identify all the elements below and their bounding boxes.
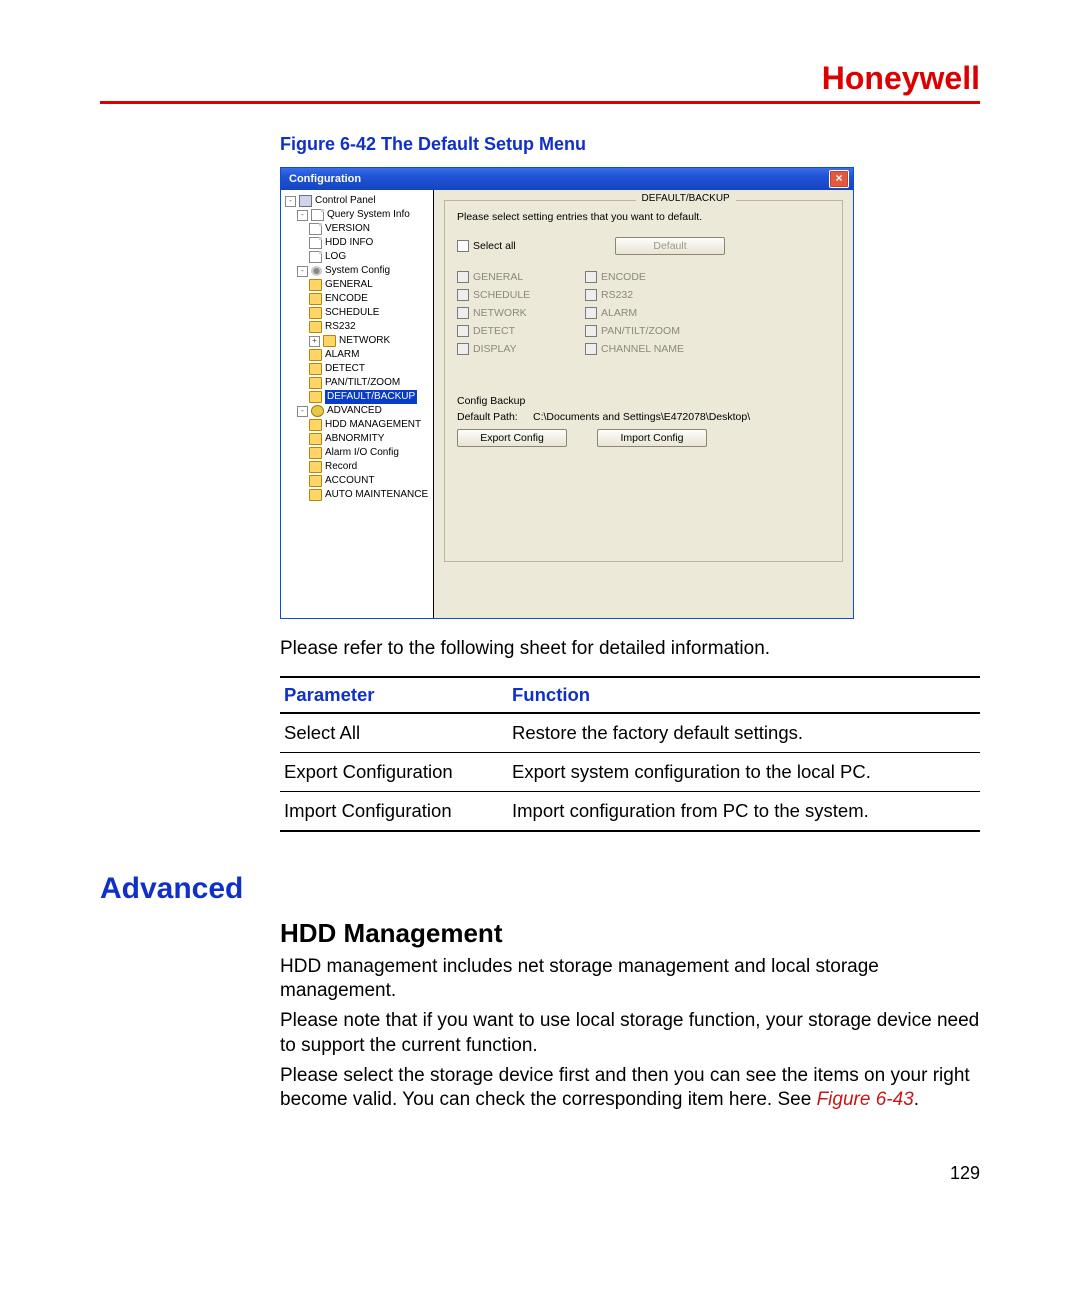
tree-group-sysinfo[interactable]: Query System Info	[327, 208, 410, 222]
tree-item[interactable]: NETWORK	[339, 334, 390, 348]
import-config-button[interactable]: Import Config	[597, 429, 707, 447]
table-row: Export Configuration Export system confi…	[280, 752, 980, 791]
figure-reference: Figure 6-43	[817, 1089, 914, 1110]
export-config-button[interactable]: Export Config	[457, 429, 567, 447]
opt-detect[interactable]: DETECT	[457, 325, 585, 337]
tree-item[interactable]: LOG	[325, 250, 346, 264]
dialog-titlebar: Configuration ×	[281, 168, 853, 190]
tree-item-selected[interactable]: DEFAULT/BACKUP	[325, 390, 417, 404]
instruction-text: Please select setting entries that you w…	[457, 211, 830, 223]
tree-item[interactable]: ENCODE	[325, 292, 368, 306]
tree-group-sysconfig[interactable]: System Config	[325, 264, 390, 278]
opt-alarm[interactable]: ALARM	[585, 307, 713, 319]
tree-item[interactable]: DETECT	[325, 362, 365, 376]
dialog-title: Configuration	[289, 173, 829, 185]
section-heading-hdd: HDD Management	[280, 918, 980, 949]
tree-item[interactable]: VERSION	[325, 222, 370, 236]
table-row: Import Configuration Import configuratio…	[280, 791, 980, 831]
tree-item[interactable]: GENERAL	[325, 278, 373, 292]
intro-text: Please refer to the following sheet for …	[280, 637, 980, 662]
default-button[interactable]: Default	[615, 237, 725, 255]
configuration-dialog: Configuration × -Control Panel -Query Sy…	[280, 167, 854, 619]
opt-schedule[interactable]: SCHEDULE	[457, 289, 585, 301]
opt-general[interactable]: GENERAL	[457, 271, 585, 283]
close-icon[interactable]: ×	[829, 170, 849, 188]
tree-item[interactable]: ACCOUNT	[325, 474, 374, 488]
table-row: Select All Restore the factory default s…	[280, 713, 980, 753]
default-path-value: C:\Documents and Settings\E472078\Deskto…	[533, 411, 830, 423]
opt-rs232[interactable]: RS232	[585, 289, 713, 301]
opt-channel-name[interactable]: CHANNEL NAME	[585, 343, 713, 355]
checkbox-icon	[457, 240, 469, 252]
page-number: 129	[280, 1163, 980, 1184]
settings-pane: DEFAULT/BACKUP Please select setting ent…	[434, 190, 853, 618]
tree-group-advanced[interactable]: ADVANCED	[327, 404, 382, 418]
opt-network[interactable]: NETWORK	[457, 307, 585, 319]
page-header: Honeywell	[100, 60, 980, 104]
th-function: Function	[508, 677, 980, 713]
panel-icon	[299, 195, 312, 207]
tree-item[interactable]: PAN/TILT/ZOOM	[325, 376, 400, 390]
doc-icon	[311, 209, 324, 221]
opt-ptz[interactable]: PAN/TILT/ZOOM	[585, 325, 713, 337]
advanced-icon	[311, 405, 324, 417]
tree-item[interactable]: HDD INFO	[325, 236, 373, 250]
opt-encode[interactable]: ENCODE	[585, 271, 713, 283]
default-path-label: Default Path:	[457, 411, 519, 423]
figure-caption: Figure 6-42 The Default Setup Menu	[280, 134, 980, 155]
default-backup-group: DEFAULT/BACKUP Please select setting ent…	[444, 200, 843, 562]
brand-logo: Honeywell	[822, 60, 980, 97]
paragraph: Please note that if you want to use loca…	[280, 1009, 980, 1058]
tree-item[interactable]: ABNORMITY	[325, 432, 384, 446]
section-heading-advanced: Advanced	[100, 872, 980, 906]
paragraph: Please select the storage device first a…	[280, 1064, 980, 1113]
config-tree[interactable]: -Control Panel -Query System Info VERSIO…	[281, 190, 434, 618]
tree-item[interactable]: RS232	[325, 320, 356, 334]
gear-icon	[311, 266, 322, 276]
th-parameter: Parameter	[280, 677, 508, 713]
config-backup-label: Config Backup	[457, 395, 830, 407]
opt-display[interactable]: DISPLAY	[457, 343, 585, 355]
tree-item[interactable]: SCHEDULE	[325, 306, 379, 320]
tree-item[interactable]: ALARM	[325, 348, 359, 362]
parameter-table: Parameter Function Select All Restore th…	[280, 676, 980, 832]
tree-item[interactable]: Record	[325, 460, 357, 474]
paragraph: HDD management includes net storage mana…	[280, 955, 980, 1004]
tree-root[interactable]: Control Panel	[315, 194, 376, 208]
tree-item[interactable]: HDD MANAGEMENT	[325, 418, 421, 432]
group-title: DEFAULT/BACKUP	[636, 193, 736, 204]
tree-item[interactable]: Alarm I/O Config	[325, 446, 399, 460]
tree-item[interactable]: AUTO MAINTENANCE	[325, 488, 428, 502]
select-all-checkbox[interactable]: Select all	[457, 240, 585, 252]
